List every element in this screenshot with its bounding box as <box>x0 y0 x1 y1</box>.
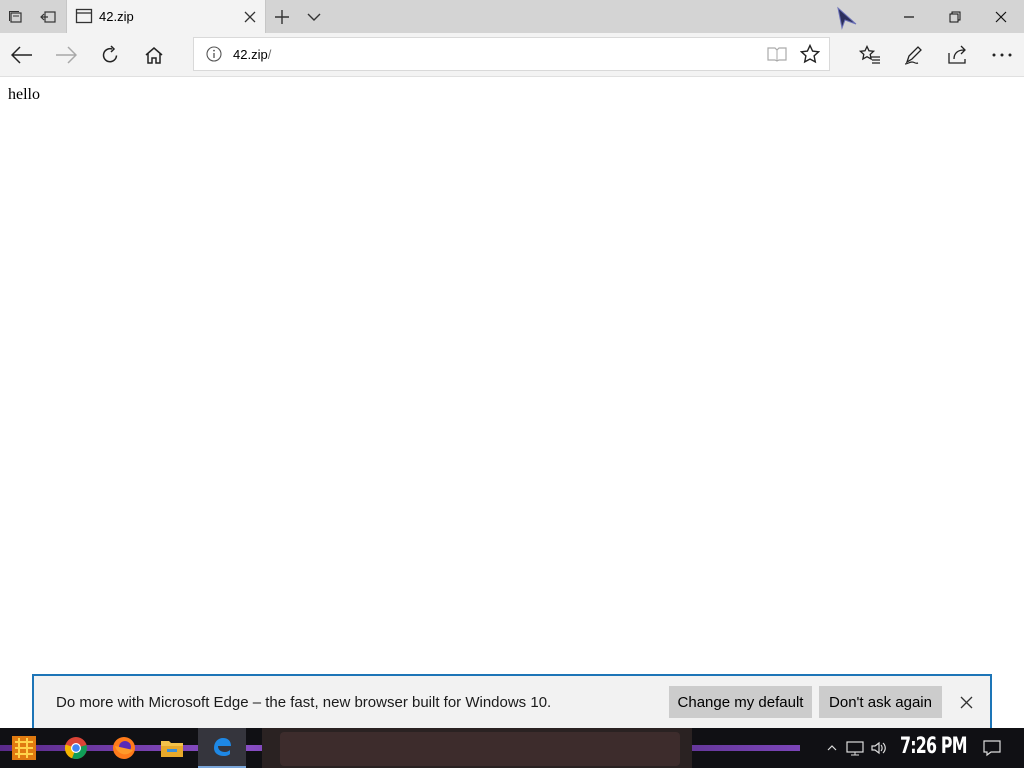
restore-icon <box>949 11 961 22</box>
more-dots-icon <box>992 53 1012 57</box>
url-host: 42.zip <box>233 47 268 62</box>
arrow-left-icon <box>11 46 32 64</box>
default-browser-notification: Do more with Microsoft Edge – the fast, … <box>32 674 992 730</box>
title-bar: 42.zip <box>0 0 1024 33</box>
forward-button[interactable] <box>44 33 88 77</box>
taskbar-background-art-inner <box>280 732 680 766</box>
notification-close-button[interactable] <box>954 690 978 714</box>
info-icon[interactable] <box>206 46 222 62</box>
notification-message: Do more with Microsoft Edge – the fast, … <box>56 694 552 711</box>
show-hidden-icons-button[interactable] <box>822 738 842 758</box>
url-path: / <box>267 47 272 62</box>
add-notes-button[interactable] <box>892 33 936 77</box>
action-center-button[interactable] <box>982 738 1002 758</box>
refresh-icon <box>102 45 118 63</box>
tab-42-zip[interactable]: 42.zip <box>66 0 266 33</box>
tab-title: 42.zip <box>99 9 134 24</box>
change-default-button[interactable]: Change my default <box>669 686 812 718</box>
chevron-down-icon <box>307 13 321 21</box>
plus-icon <box>275 9 289 24</box>
set-aside-icon <box>40 10 56 23</box>
share-icon <box>948 45 966 64</box>
start-icon <box>12 736 36 760</box>
chrome-icon <box>64 737 87 760</box>
restore-button[interactable] <box>932 0 978 33</box>
star-icon <box>800 44 820 64</box>
page-body-text: hello <box>8 86 40 103</box>
close-window-button[interactable] <box>978 0 1024 33</box>
refresh-button[interactable] <box>88 33 132 77</box>
share-button[interactable] <box>936 33 980 77</box>
chevron-up-icon <box>827 745 837 751</box>
firefox-icon <box>113 737 135 759</box>
file-explorer-icon <box>161 741 183 757</box>
taskbar-firefox[interactable] <box>100 728 148 768</box>
screen: 42.zip 42.zip/ hello Do more with Micros… <box>0 0 1024 768</box>
page-icon <box>75 8 93 24</box>
network-tray-button[interactable] <box>845 738 865 758</box>
tab-close-button[interactable] <box>241 8 259 26</box>
volume-tray-button[interactable] <box>869 738 889 758</box>
tabs-aside-button[interactable] <box>0 0 32 33</box>
cursor-icon <box>837 6 857 30</box>
back-button[interactable] <box>0 33 44 77</box>
dont-ask-again-button[interactable]: Don't ask again <box>819 686 942 718</box>
tab-preview-button[interactable] <box>298 0 330 33</box>
notification-icon <box>983 740 1001 757</box>
arrow-right-icon <box>56 46 77 64</box>
settings-more-button[interactable] <box>980 33 1024 77</box>
home-button[interactable] <box>132 33 176 77</box>
edge-icon <box>214 738 231 756</box>
close-icon <box>995 11 1007 22</box>
taskbar: 7:26 PM <box>0 728 1024 768</box>
taskbar-file-explorer[interactable] <box>148 728 196 768</box>
new-tab-button[interactable] <box>266 0 298 33</box>
volume-icon <box>871 741 886 755</box>
address-url[interactable]: 42.zip/ <box>233 47 271 62</box>
taskbar-chrome[interactable] <box>52 728 100 768</box>
set-tabs-aside-button[interactable] <box>32 0 64 33</box>
minimize-button[interactable] <box>886 0 932 33</box>
navigation-bar: 42.zip/ <box>0 33 1024 77</box>
reading-view-icon <box>767 47 787 62</box>
close-icon <box>960 696 972 708</box>
start-button[interactable] <box>0 728 48 768</box>
taskbar-edge[interactable] <box>198 728 246 768</box>
tabs-aside-icon <box>9 10 22 23</box>
taskbar-clock[interactable]: 7:26 PM <box>900 734 967 759</box>
close-icon <box>244 11 256 23</box>
minimize-icon <box>904 15 914 18</box>
reading-view-button[interactable] <box>760 38 794 70</box>
address-bar[interactable]: 42.zip/ <box>193 37 830 71</box>
favorite-button[interactable] <box>793 38 827 70</box>
network-icon <box>846 741 864 756</box>
favorites-hub-button[interactable] <box>848 33 892 77</box>
pen-icon <box>904 46 922 65</box>
home-icon <box>145 47 163 64</box>
favorites-list-icon <box>859 45 880 64</box>
page-content: hello <box>0 77 1024 728</box>
